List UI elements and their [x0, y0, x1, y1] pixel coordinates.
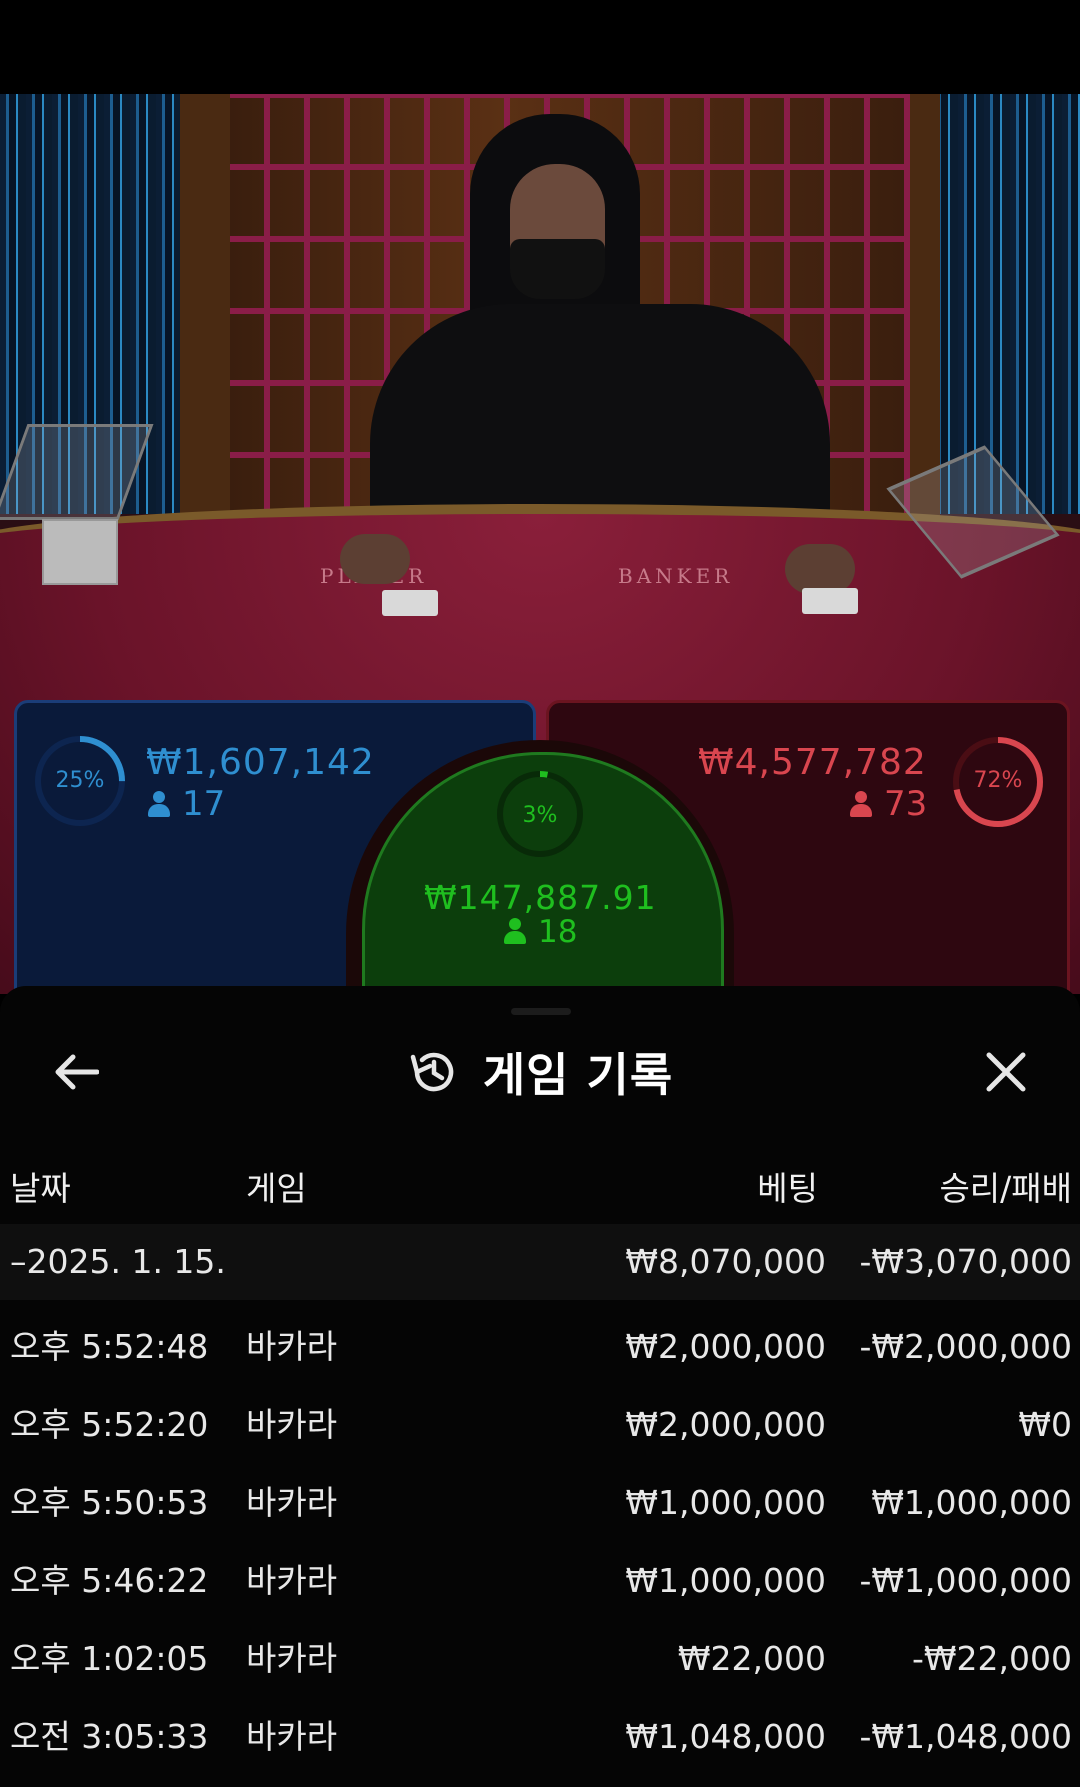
tie-bettor-count: 18	[504, 914, 577, 950]
player-bettor-count: 17	[148, 784, 225, 824]
table-label-banker: BANKER	[618, 564, 734, 588]
row-result: -₩22,000	[911, 1639, 1072, 1678]
dealer-mask	[510, 239, 605, 299]
player-count-value: 17	[182, 784, 226, 824]
row-bet: ₩22,000	[677, 1639, 826, 1678]
row-game: 바카라	[246, 1639, 338, 1678]
tie-percent: 3%	[522, 803, 558, 828]
history-row[interactable]: 오후 5:50:53 바카라 ₩1,000,000 ₩1,000,000	[0, 1465, 1080, 1541]
dealt-card	[802, 588, 858, 614]
row-game: 바카라	[246, 1561, 338, 1600]
row-time: 오전 3:05:33	[10, 1717, 209, 1756]
dealer-right-hand	[785, 544, 855, 594]
column-header-bet: 베팅	[757, 1169, 818, 1208]
row-game: 바카라	[246, 1327, 338, 1366]
row-game: 바카라	[246, 1717, 338, 1756]
row-bet: ₩1,000,000	[625, 1483, 826, 1522]
row-result: ₩0	[1018, 1405, 1072, 1444]
history-row[interactable]: 오후 1:02:05 바카라 ₩22,000 -₩22,000	[0, 1621, 1080, 1697]
row-result: -₩2,000,000	[859, 1327, 1073, 1366]
history-row[interactable]: 오후 5:52:48 바카라 ₩2,000,000 -₩2,000,000	[0, 1309, 1080, 1385]
dealer-left-hand	[340, 534, 410, 584]
date-summary-row[interactable]: –2025. 1. 15. ₩8,070,000 -₩3,070,000	[0, 1224, 1080, 1300]
row-result: ₩1,000,000	[871, 1483, 1072, 1522]
row-time: 오후 1:02:05	[10, 1639, 209, 1678]
column-header-result: 승리/패배	[939, 1169, 1072, 1208]
sheet-title: 게임 기록	[482, 1048, 674, 1102]
row-result: -₩1,048,000	[859, 1717, 1073, 1756]
summary-bet-total: ₩8,070,000	[625, 1242, 826, 1281]
person-icon	[850, 791, 872, 817]
row-time: 오후 5:52:20	[10, 1405, 209, 1444]
column-header-game: 게임	[246, 1169, 307, 1208]
column-header-date: 날짜	[10, 1169, 71, 1208]
banker-percent: 72%	[973, 768, 1023, 793]
row-time: 오후 5:50:53	[10, 1483, 209, 1522]
history-icon	[410, 1052, 454, 1092]
banker-bettor-count: 73	[850, 784, 927, 824]
banker-bet-amount: ₩4,577,782	[698, 742, 927, 783]
history-row[interactable]: 오후 5:52:20 바카라 ₩2,000,000 ₩0	[0, 1387, 1080, 1463]
tie-bet-amount: ₩147,887.91	[424, 878, 657, 917]
card-stack	[42, 519, 118, 585]
row-bet: ₩1,048,000	[625, 1717, 826, 1756]
close-icon	[986, 1052, 1026, 1092]
row-bet: ₩1,000,000	[625, 1561, 826, 1600]
row-result: -₩1,000,000	[859, 1561, 1073, 1600]
player-bet-amount: ₩1,607,142	[146, 742, 375, 783]
history-row[interactable]: 오전 3:05:33 바카라 ₩1,048,000 -₩1,048,000	[0, 1699, 1080, 1775]
summary-date: –2025. 1. 15.	[10, 1242, 226, 1281]
row-time: 오후 5:52:48	[10, 1327, 209, 1366]
summary-result-total: -₩3,070,000	[859, 1242, 1073, 1281]
tie-count-value: 18	[538, 914, 578, 950]
row-bet: ₩2,000,000	[625, 1405, 826, 1444]
person-icon	[148, 791, 170, 817]
history-row[interactable]: 오후 5:46:22 바카라 ₩1,000,000 -₩1,000,000	[0, 1543, 1080, 1619]
close-button[interactable]	[978, 1044, 1034, 1100]
person-icon	[504, 918, 526, 944]
sheet-drag-handle[interactable]	[511, 1008, 571, 1015]
row-game: 바카라	[246, 1483, 338, 1522]
row-bet: ₩2,000,000	[625, 1327, 826, 1366]
row-game: 바카라	[246, 1405, 338, 1444]
row-time: 오후 5:46:22	[10, 1561, 209, 1600]
banker-count-value: 73	[884, 784, 928, 824]
dealt-card	[382, 590, 438, 616]
player-percent: 25%	[55, 768, 105, 793]
sheet-header: 게임 기록	[0, 1044, 1080, 1102]
